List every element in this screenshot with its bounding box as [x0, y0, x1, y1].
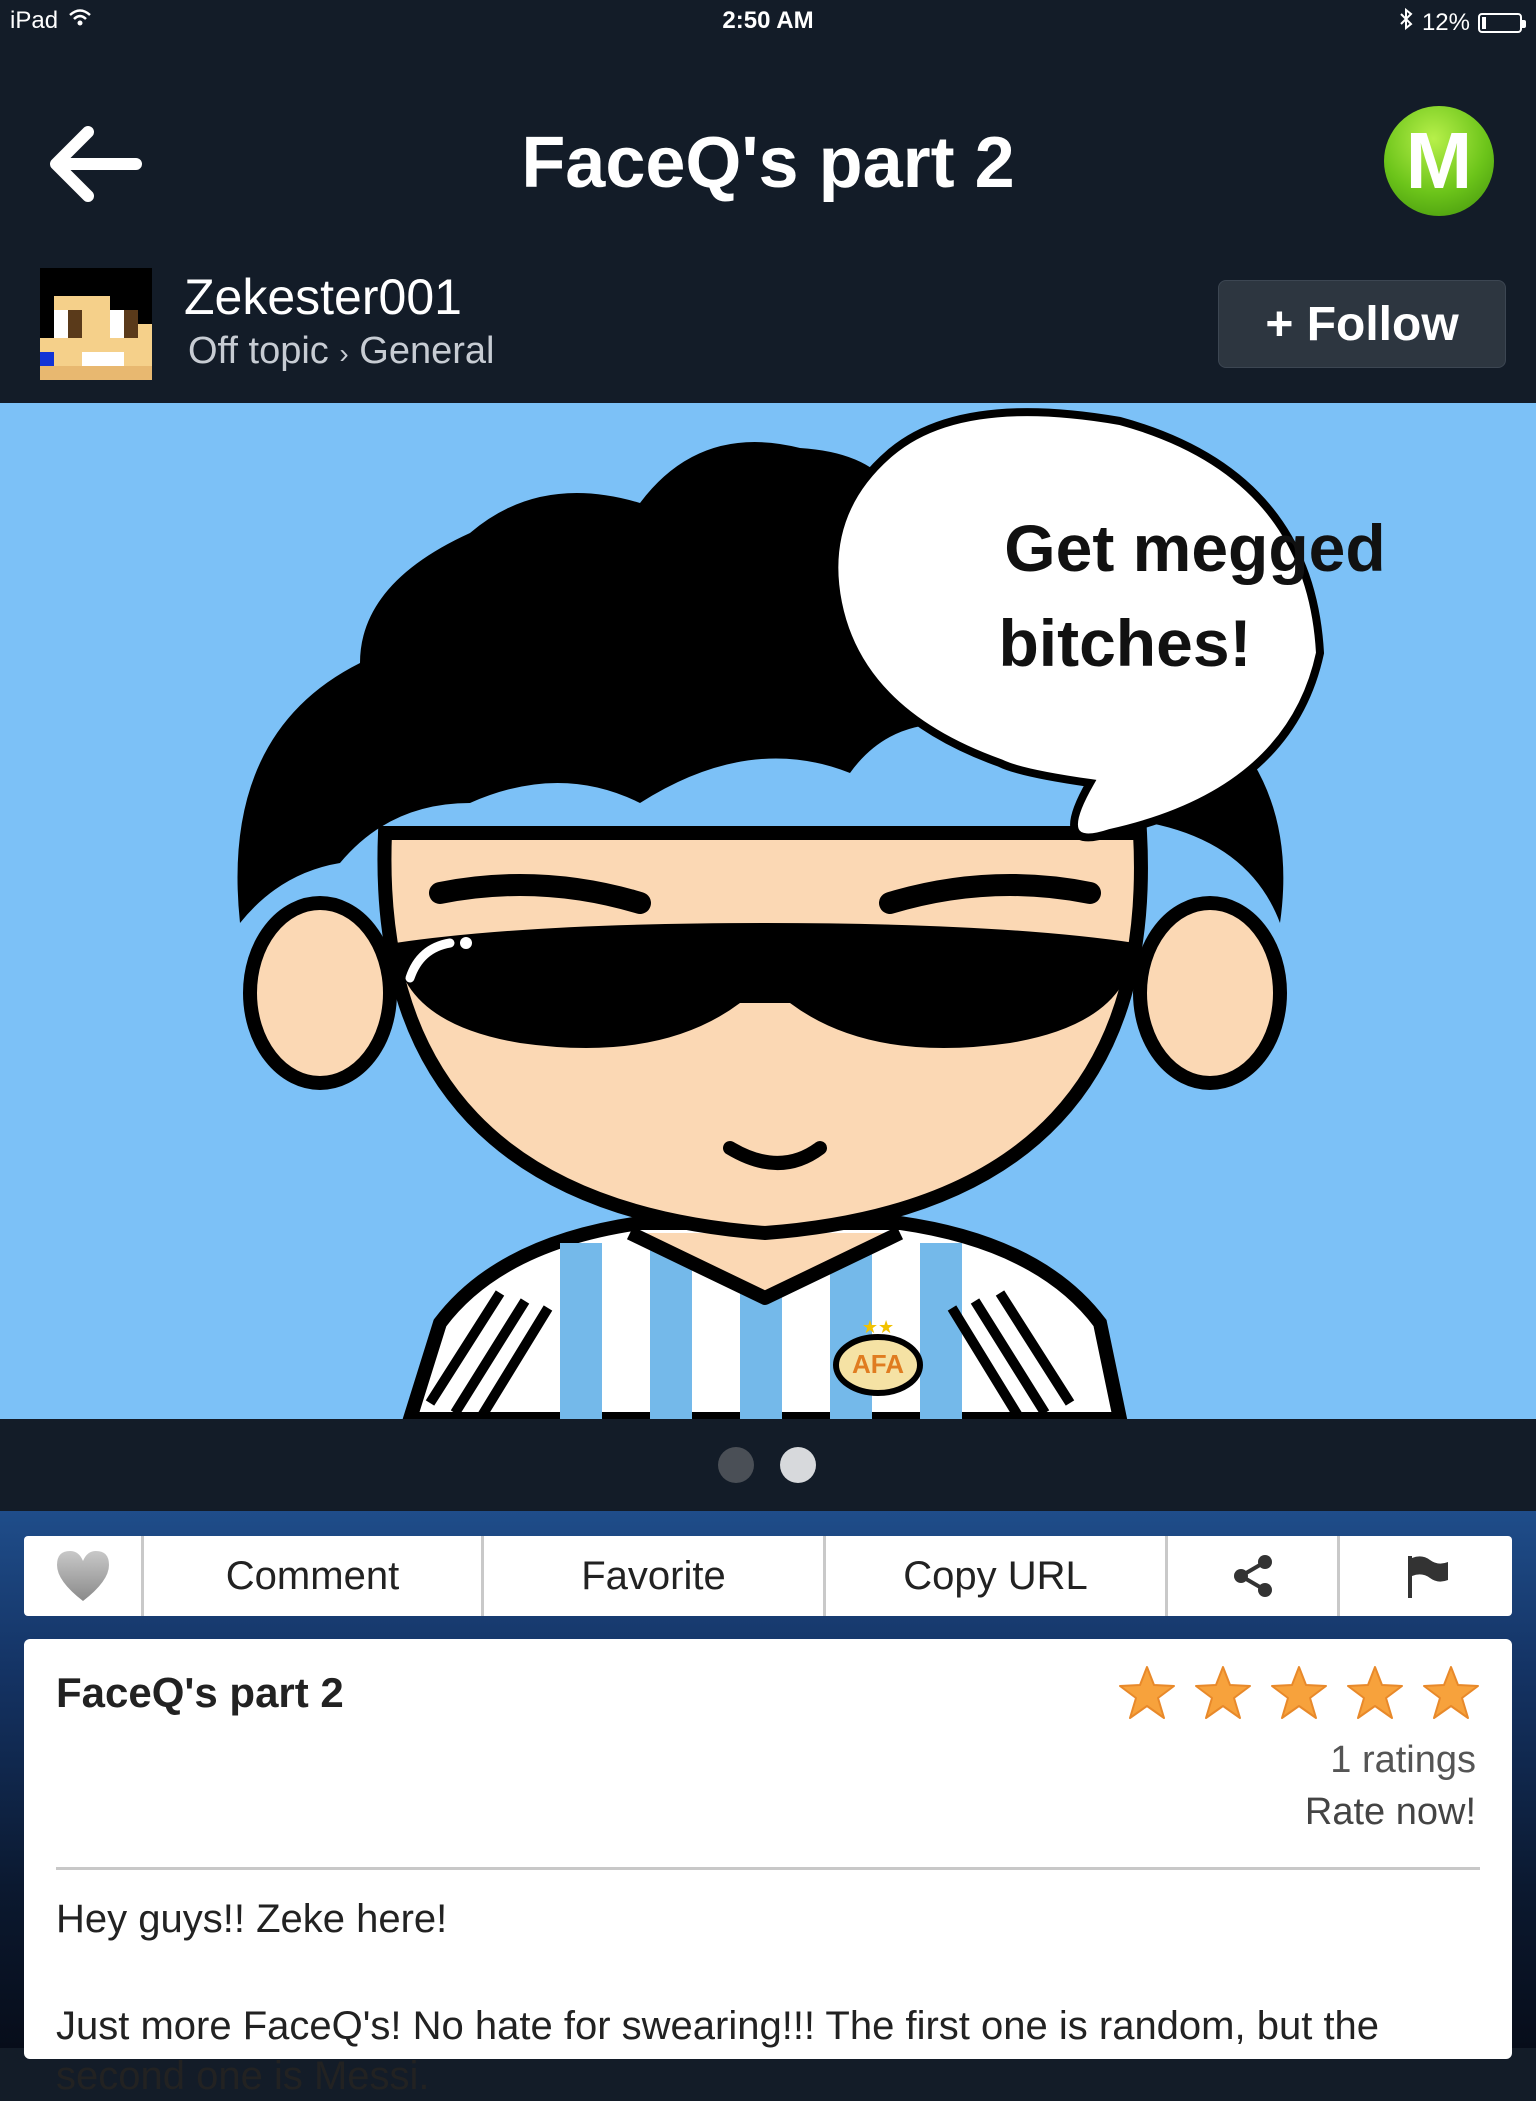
star-icon[interactable] — [1346, 1665, 1404, 1721]
battery-percent: 12% — [1421, 8, 1470, 36]
report-button[interactable] — [1340, 1536, 1512, 1616]
post-body-line-2: Just more FaceQ's! No hate for swearing!… — [56, 2004, 1380, 2098]
svg-text:★★: ★★ — [862, 1317, 894, 1337]
post-title: FaceQ's part 2 — [56, 1669, 344, 1716]
ratings-count: 1 ratings — [1330, 1739, 1476, 1781]
post-details: Comment Favorite Copy URL FaceQ's part 2… — [0, 1511, 1536, 2098]
app-logo[interactable]: M — [1384, 106, 1494, 216]
copy-url-button[interactable]: Copy URL — [826, 1536, 1168, 1616]
divider — [56, 1867, 1480, 1870]
post-body-line-1: Hey guys!! Zeke here! — [56, 1897, 448, 1941]
follow-button[interactable]: + Follow — [1218, 280, 1506, 368]
speech-line-1: Get megged — [1004, 511, 1385, 585]
share-button[interactable] — [1168, 1536, 1340, 1616]
page-title: FaceQ's part 2 — [521, 123, 1015, 203]
page-dot-1[interactable] — [718, 1447, 754, 1483]
breadcrumb-subcategory[interactable]: General — [359, 330, 494, 372]
like-button[interactable] — [24, 1536, 144, 1616]
breadcrumb-category[interactable]: Off topic — [188, 330, 329, 372]
flag-icon — [1408, 1556, 1448, 1598]
share-icon — [1233, 1555, 1272, 1597]
post-author-row: Zekester001 Off topic › General + Follow — [0, 254, 1536, 402]
star-icon[interactable] — [1194, 1665, 1252, 1721]
rate-now-link[interactable]: Rate now! — [1305, 1791, 1476, 1834]
battery-icon — [1478, 12, 1526, 33]
post-image[interactable]: AFA ★★ Get megged bitches! — [0, 403, 1536, 1419]
image-pager[interactable] — [0, 1419, 1536, 1511]
comment-button[interactable]: Comment — [144, 1536, 484, 1616]
faceq-cartoon: AFA ★★ Get megged bitches! — [237, 408, 1386, 1419]
status-time: 2:50 AM — [722, 7, 814, 34]
bluetooth-icon — [1398, 7, 1414, 38]
avatar[interactable] — [40, 268, 152, 380]
status-bar: iPad 2:50 AM 12% — [0, 0, 1536, 44]
nav-bar: FaceQ's part 2 M — [0, 44, 1536, 254]
star-icon[interactable] — [1422, 1665, 1480, 1721]
favorite-button[interactable]: Favorite — [484, 1536, 826, 1616]
post-card: FaceQ's part 2 1 ratings Rate now! Hey g… — [24, 1639, 1512, 2098]
breadcrumb-separator: › — [339, 338, 349, 369]
speech-line-2: bitches! — [998, 606, 1251, 680]
breadcrumb: Off topic › General — [188, 330, 494, 373]
author-username[interactable]: Zekester001 — [184, 268, 462, 326]
battery-fill — [1482, 16, 1487, 29]
star-rating[interactable] — [1118, 1665, 1480, 1721]
action-bar: Comment Favorite Copy URL — [24, 1536, 1512, 1616]
logo-letter: M — [1405, 116, 1473, 205]
heart-icon — [56, 1551, 109, 1601]
svg-text:AFA: AFA — [852, 1349, 904, 1379]
page-dot-2[interactable] — [780, 1447, 816, 1483]
star-icon[interactable] — [1270, 1665, 1328, 1721]
star-icon[interactable] — [1118, 1665, 1176, 1721]
